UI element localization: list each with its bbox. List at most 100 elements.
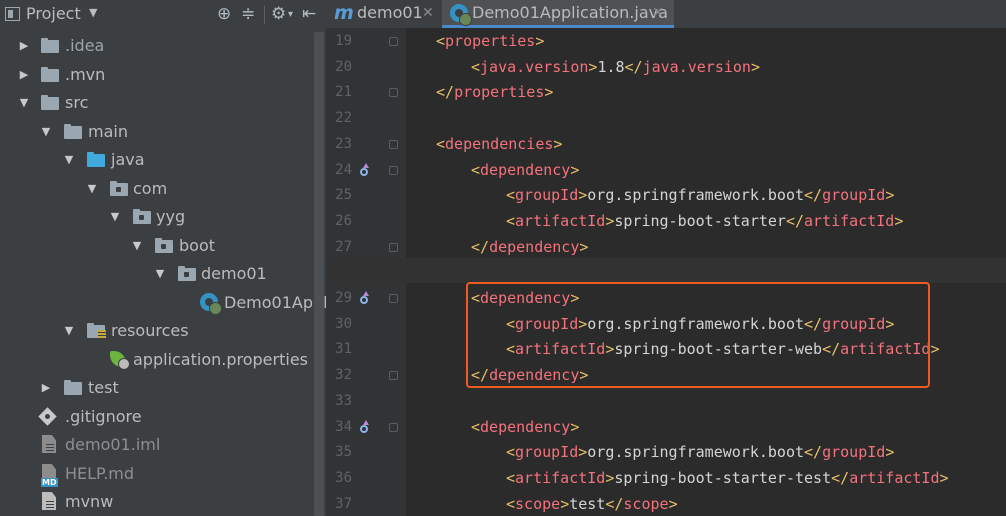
- source-folder-icon: [86, 146, 106, 174]
- line-number: 20: [335, 58, 352, 75]
- maven-dependency-gutter-icon[interactable]: [360, 419, 372, 436]
- maven-m-icon: m: [334, 2, 354, 24]
- close-icon[interactable]: ✕: [422, 0, 434, 26]
- tree-item-main[interactable]: ▼ main: [0, 118, 326, 146]
- package-icon: [177, 260, 197, 288]
- code-line: <artifactId>spring-boot-starter-test</ar…: [506, 468, 949, 487]
- tree-item-mvnw[interactable]: mvnw: [0, 488, 326, 516]
- expand-arrow-icon[interactable]: ▶: [17, 32, 31, 60]
- project-panel-scrollbar[interactable]: [314, 32, 324, 516]
- tree-item-test[interactable]: ▶ test: [0, 374, 326, 402]
- tree-item-mvn[interactable]: ▶ .mvn: [0, 61, 326, 89]
- line-number: 36: [335, 469, 352, 486]
- fold-marker-icon[interactable]: [389, 88, 398, 98]
- spring-class-icon: [450, 0, 472, 28]
- tab-demo01application[interactable]: Demo01Application.java ✕: [442, 0, 674, 28]
- fold-marker-icon[interactable]: [389, 139, 398, 149]
- tree-item-label: main: [88, 122, 128, 141]
- fold-marker-icon[interactable]: [389, 242, 398, 252]
- fold-marker-icon[interactable]: [389, 294, 398, 303]
- chevron-down-icon[interactable]: ▼: [89, 6, 97, 19]
- tree-item-help-md[interactable]: MD HELP.md: [0, 460, 326, 488]
- tree-item-label: .mvn: [65, 65, 106, 84]
- spring-properties-icon: [109, 346, 130, 374]
- line-number: 32: [335, 367, 352, 384]
- expand-arrow-icon[interactable]: ▶: [17, 61, 31, 89]
- line-number: 35: [335, 444, 352, 461]
- package-icon: [154, 232, 174, 260]
- line-number: 26: [335, 212, 352, 229]
- tree-item-label: demo01: [201, 264, 267, 283]
- project-view-selector[interactable]: Project: [26, 4, 81, 23]
- folder-icon: [40, 61, 60, 89]
- line-number: 23: [335, 135, 352, 152]
- tree-item-com[interactable]: ▼ com: [0, 175, 326, 203]
- folder-icon: [63, 118, 83, 146]
- tree-item-demo01[interactable]: ▼ demo01: [0, 260, 326, 288]
- tree-item-label: java: [111, 150, 145, 169]
- tab-label: demo01: [357, 3, 423, 22]
- tree-item-yyg[interactable]: ▼ yyg: [0, 203, 326, 231]
- tree-item-gitignore[interactable]: .gitignore: [0, 403, 326, 431]
- tree-item-boot[interactable]: ▼ boot: [0, 232, 326, 260]
- code-line: <java.version>1.8</java.version>: [471, 57, 760, 76]
- line-number: 33: [335, 392, 352, 409]
- code-line: <properties>: [436, 32, 545, 50]
- code-line: <groupId>org.springframework.boot</group…: [506, 186, 895, 205]
- hide-panel-icon[interactable]: ⇤: [302, 4, 316, 24]
- project-icon: [5, 7, 20, 21]
- tree-item-demo01-iml[interactable]: demo01.iml: [0, 431, 326, 459]
- collapse-arrow-icon[interactable]: ▼: [62, 146, 76, 174]
- expand-arrow-icon[interactable]: ▶: [39, 374, 53, 402]
- tab-demo01[interactable]: m demo01 ✕: [326, 0, 442, 28]
- code-line: <groupId>org.springframework.boot</group…: [506, 443, 895, 462]
- tree-item-label: application.properties: [133, 350, 308, 369]
- fold-marker-icon[interactable]: [389, 37, 398, 46]
- current-line-highlight: [326, 258, 1006, 283]
- maven-dependency-gutter-icon[interactable]: [360, 291, 372, 307]
- fold-marker-icon[interactable]: [389, 371, 398, 381]
- folder-icon: [63, 374, 83, 402]
- collapse-arrow-icon[interactable]: ▼: [85, 175, 99, 203]
- locate-target-icon[interactable]: ⊕: [217, 4, 231, 24]
- code-line: <scope>test</scope>: [506, 494, 678, 513]
- code-editor[interactable]: 19202122232425262728293031323334353637 <…: [326, 28, 1006, 516]
- fold-marker-icon[interactable]: [389, 165, 398, 175]
- line-number: 21: [335, 84, 352, 101]
- collapse-arrow-icon[interactable]: ▼: [130, 232, 144, 260]
- folder-icon: [40, 89, 60, 117]
- file-icon: [40, 431, 60, 459]
- highlight-annotation-box: [466, 282, 930, 388]
- gear-dropdown-icon[interactable]: ▾: [288, 9, 293, 20]
- gear-icon[interactable]: ⚙: [271, 4, 286, 24]
- tree-item-label: .idea: [65, 36, 105, 55]
- tree-item-label: boot: [179, 236, 216, 255]
- editor-tabs: m demo01 ✕ Demo01Application.java ✕: [326, 0, 1006, 29]
- tree-item-label: mvnw: [65, 492, 114, 511]
- maven-dependency-gutter-icon[interactable]: [360, 162, 372, 179]
- tree-item-resources[interactable]: ▼ resources: [0, 317, 326, 345]
- close-icon[interactable]: ✕: [652, 0, 664, 26]
- tree-item-idea[interactable]: ▶ .idea: [0, 32, 326, 60]
- line-number: 25: [335, 187, 352, 204]
- collapse-arrow-icon[interactable]: ▼: [39, 118, 53, 146]
- fold-marker-icon[interactable]: [389, 422, 398, 432]
- collapse-arrow-icon[interactable]: ▼: [62, 317, 76, 345]
- git-icon: [38, 403, 60, 431]
- resources-folder-icon: [86, 317, 106, 345]
- package-icon: [132, 203, 152, 231]
- collapse-arrow-icon[interactable]: ▼: [153, 260, 167, 288]
- tree-item-label: resources: [111, 321, 189, 340]
- tree-item-label: HELP.md: [65, 464, 135, 483]
- markdown-file-icon: MD: [40, 460, 60, 488]
- tree-item-java[interactable]: ▼ java: [0, 146, 326, 174]
- tree-item-application-properties[interactable]: application.properties: [0, 346, 326, 374]
- collapse-arrow-icon[interactable]: ▼: [17, 89, 31, 117]
- collapse-arrow-icon[interactable]: ▼: [108, 203, 122, 231]
- tree-item-label: com: [133, 179, 168, 198]
- project-panel: Project ▼ ⊕ ≑ ⚙ ▾ ⇤ ▶ .idea ▶ .mvn ▼ src…: [0, 0, 326, 516]
- line-number: 24: [335, 161, 352, 178]
- tree-item-src[interactable]: ▼ src: [0, 89, 326, 117]
- collapse-all-icon[interactable]: ≑: [241, 4, 255, 24]
- tree-item-demo01application[interactable]: Demo01Applic: [0, 289, 326, 317]
